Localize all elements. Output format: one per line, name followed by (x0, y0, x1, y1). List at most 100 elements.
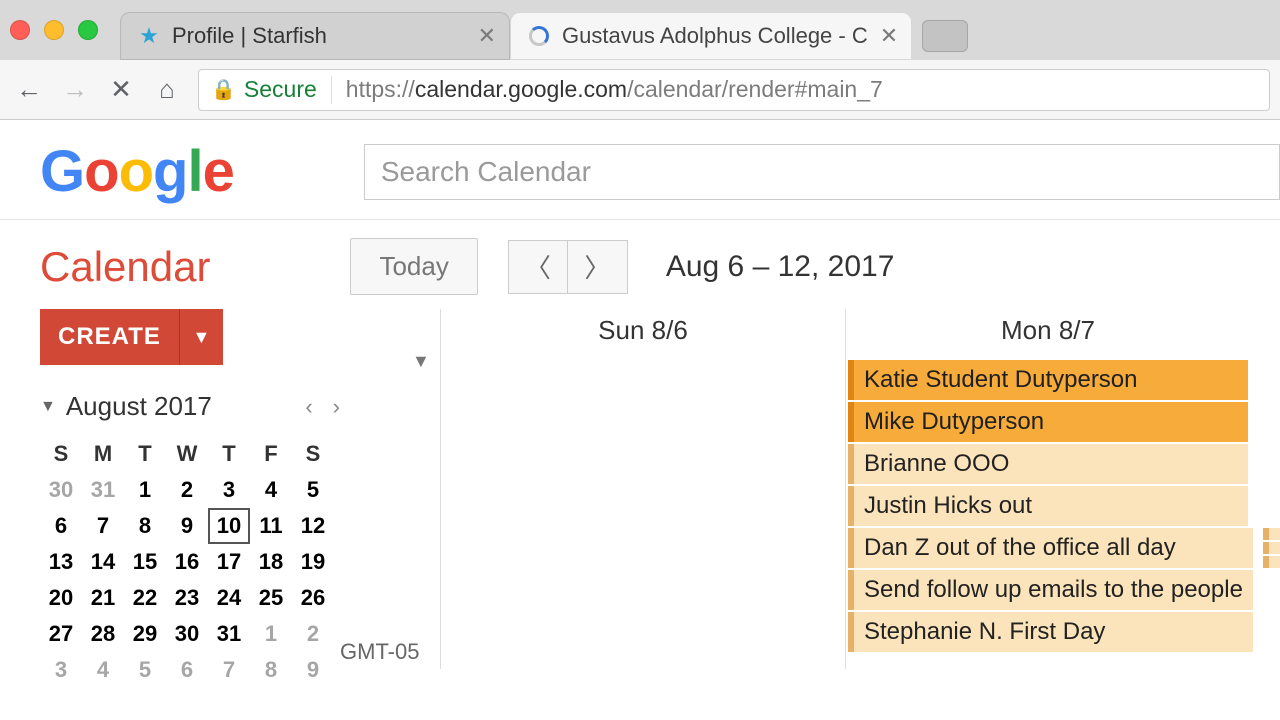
app-header: Google Search Calendar (0, 120, 1280, 220)
create-button[interactable]: CREATE ▼ (40, 309, 223, 365)
mini-day[interactable]: 23 (166, 580, 208, 616)
mini-day[interactable]: 19 (292, 544, 334, 580)
mini-day[interactable]: 17 (208, 544, 250, 580)
mini-day[interactable]: 12 (292, 508, 334, 544)
allday-stack: Katie Student DutypersonMike DutypersonB… (846, 360, 1250, 654)
mini-day[interactable]: 1 (124, 472, 166, 508)
event[interactable]: Send follow up emails to the people (848, 570, 1253, 610)
mini-month-header: ▼ August 2017 ‹ › (40, 391, 340, 422)
day-header: Mon 8/7 (846, 315, 1250, 346)
chevron-down-icon[interactable]: ▼ (40, 398, 56, 416)
close-window[interactable] (10, 20, 30, 40)
mini-day[interactable]: 9 (166, 508, 208, 544)
event[interactable]: Justin Hicks out (848, 486, 1248, 526)
mini-day[interactable]: 16 (166, 544, 208, 580)
mini-day[interactable]: 25 (250, 580, 292, 616)
app-title: Calendar (40, 243, 210, 291)
calendar-toolbar: Calendar Today 〈 〉 Aug 6 – 12, 2017 (0, 220, 1280, 309)
mini-day[interactable]: 28 (82, 616, 124, 652)
mini-day[interactable]: 18 (250, 544, 292, 580)
event[interactable] (1263, 556, 1280, 568)
tab-title: Gustavus Adolphus College - C (562, 23, 868, 49)
mini-day[interactable]: 14 (82, 544, 124, 580)
today-button[interactable]: Today (350, 238, 477, 295)
mini-dow: F (250, 436, 292, 472)
mini-day[interactable]: 24 (208, 580, 250, 616)
mini-day[interactable]: 6 (40, 508, 82, 544)
date-range: Aug 6 – 12, 2017 (666, 250, 895, 284)
mini-day[interactable]: 27 (40, 616, 82, 652)
mini-day[interactable]: 30 (40, 472, 82, 508)
mini-day[interactable]: 10 (208, 508, 250, 544)
prev-week-button[interactable]: 〈 (508, 240, 568, 294)
mini-day[interactable]: 29 (124, 616, 166, 652)
mini-day[interactable]: 22 (124, 580, 166, 616)
chevron-down-icon[interactable]: ▼ (179, 309, 223, 365)
mini-day[interactable]: 4 (82, 652, 124, 688)
mini-day[interactable]: 3 (208, 472, 250, 508)
week-grid: ▼ GMT-05 Sun 8/6Mon 8/7Katie Student Dut… (340, 309, 1280, 688)
expand-allday-icon[interactable]: ▼ (412, 351, 430, 372)
mini-prev-button[interactable]: ‹ (305, 394, 312, 420)
mini-day[interactable]: 2 (166, 472, 208, 508)
tab-starfish[interactable]: ★ Profile | Starfish ✕ (120, 12, 510, 60)
close-icon[interactable]: ✕ (478, 23, 496, 49)
close-icon[interactable]: ✕ (880, 23, 898, 49)
lock-icon: 🔒 (211, 77, 236, 102)
google-logo[interactable]: Google (40, 138, 234, 205)
event[interactable]: Katie Student Dutyperson (848, 360, 1248, 400)
forward-button[interactable]: → (56, 71, 94, 109)
mini-day[interactable]: 7 (208, 652, 250, 688)
mini-dow: S (40, 436, 82, 472)
url-scheme: https:// (346, 76, 415, 103)
secure-label: Secure (244, 76, 317, 103)
minimize-window[interactable] (44, 20, 64, 40)
mini-dow: S (292, 436, 334, 472)
mini-day[interactable]: 11 (250, 508, 292, 544)
mini-day[interactable]: 13 (40, 544, 82, 580)
mini-day[interactable]: 1 (250, 616, 292, 652)
star-icon: ★ (138, 25, 160, 47)
mini-day[interactable]: 7 (82, 508, 124, 544)
event[interactable]: Stephanie N. First Day (848, 612, 1253, 652)
mini-day[interactable]: 3 (40, 652, 82, 688)
mini-day[interactable]: 21 (82, 580, 124, 616)
mini-day[interactable]: 20 (40, 580, 82, 616)
window-controls (10, 20, 98, 40)
home-button[interactable]: ⌂ (148, 71, 186, 109)
create-label: CREATE (40, 309, 179, 365)
mini-day[interactable]: 6 (166, 652, 208, 688)
tab-gustavus[interactable]: Gustavus Adolphus College - C ✕ (510, 12, 912, 60)
fullscreen-window[interactable] (78, 20, 98, 40)
mini-dow: W (166, 436, 208, 472)
new-tab-button[interactable] (922, 20, 968, 52)
address-field[interactable]: 🔒 Secure https:// calendar.google.com /c… (198, 69, 1270, 111)
mini-day[interactable]: 5 (292, 472, 334, 508)
mini-day[interactable]: 31 (208, 616, 250, 652)
mini-day[interactable]: 30 (166, 616, 208, 652)
event[interactable]: Dan Z out of the office all day (848, 528, 1253, 568)
stop-button[interactable]: ✕ (102, 71, 140, 109)
mini-day[interactable]: 8 (250, 652, 292, 688)
mini-day[interactable]: 8 (124, 508, 166, 544)
mini-day[interactable]: 31 (82, 472, 124, 508)
mini-next-button[interactable]: › (333, 394, 340, 420)
mini-day[interactable]: 4 (250, 472, 292, 508)
day-column: Sun 8/6 (440, 309, 845, 669)
mini-day[interactable]: 2 (292, 616, 334, 652)
event[interactable] (1263, 528, 1280, 540)
event[interactable]: Mike Dutyperson (848, 402, 1248, 442)
mini-day[interactable]: 26 (292, 580, 334, 616)
mini-day[interactable]: 15 (124, 544, 166, 580)
search-input[interactable]: Search Calendar (364, 144, 1280, 200)
event[interactable] (1263, 542, 1280, 554)
url-path: /calendar/render#main_7 (627, 76, 883, 103)
date-nav: 〈 〉 (508, 240, 628, 294)
back-button[interactable]: ← (10, 71, 48, 109)
mini-calendar[interactable]: SMTWTFS 30311234567891011121314151617181… (40, 436, 334, 688)
mini-dow: T (124, 436, 166, 472)
mini-day[interactable]: 5 (124, 652, 166, 688)
event[interactable]: Brianne OOO (848, 444, 1248, 484)
mini-day[interactable]: 9 (292, 652, 334, 688)
next-week-button[interactable]: 〉 (568, 240, 628, 294)
